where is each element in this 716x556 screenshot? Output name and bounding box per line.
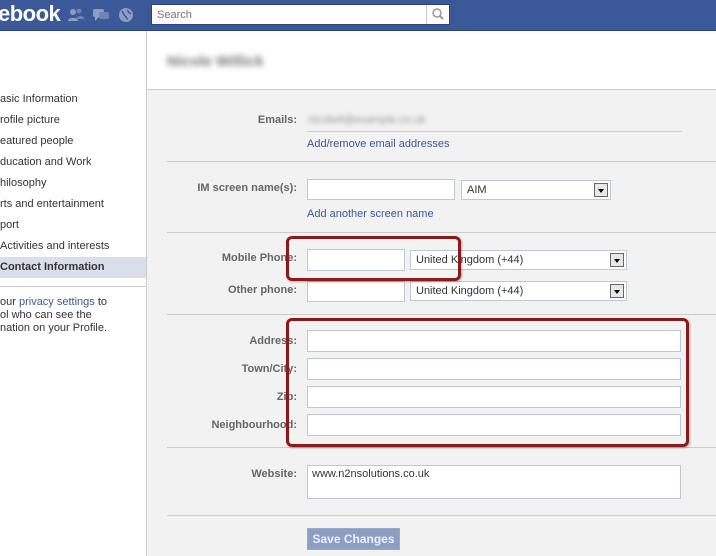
town-city-label: Town/City: <box>241 363 297 375</box>
other-phone-input[interactable] <box>307 281 405 302</box>
chevron-down-icon <box>610 253 624 267</box>
add-remove-email-link[interactable]: Add/remove email addresses <box>307 138 449 150</box>
section-divider-4 <box>167 447 716 448</box>
chevron-down-icon <box>610 284 624 298</box>
search-magnifier-icon <box>432 8 444 20</box>
emails-label: Emails: <box>257 114 297 126</box>
other-country-select[interactable]: United Kingdom (+44) <box>410 281 627 301</box>
messages-icon[interactable] <box>92 7 110 23</box>
sidebar-item-education-and-work[interactable]: ducation and Work <box>0 152 146 173</box>
privacy-note-prefix: our <box>0 296 19 308</box>
other-phone-label: Other phone: <box>227 284 297 296</box>
privacy-note-line3: nation on your Profile. <box>0 322 108 334</box>
emails-underline <box>307 131 682 132</box>
privacy-note-line2: ol who can see the <box>0 309 92 321</box>
mobile-phone-label: Mobile Phone: <box>221 252 297 264</box>
sidebar-item-profile-picture[interactable]: rofile picture <box>0 110 146 131</box>
sidebar-separator <box>0 286 146 287</box>
sidebar-item-sport[interactable]: port <box>0 215 146 236</box>
website-textarea[interactable]: www.n2nsolutions.co.uk <box>307 465 681 499</box>
profile-name[interactable]: Nicole Willick <box>167 53 264 70</box>
section-divider-3 <box>167 314 716 315</box>
address-label: Address: <box>249 335 297 347</box>
sidebar-item-basic-information[interactable]: asic Information <box>0 89 146 110</box>
im-screen-name-input[interactable] <box>307 179 455 200</box>
highlight-box-address <box>286 318 689 447</box>
save-changes-button[interactable]: Save Changes <box>307 528 400 550</box>
add-screen-name-link[interactable]: Add another screen name <box>307 208 434 220</box>
friends-icon[interactable] <box>67 7 85 23</box>
other-country-value: United Kingdom (+44) <box>416 285 524 297</box>
email-address-value: nicolwil@example.co.uk <box>308 114 426 126</box>
edit-profile-nav: asic Information rofile picture eatured … <box>0 89 146 278</box>
chevron-down-icon <box>594 183 608 197</box>
search-box[interactable] <box>151 4 450 25</box>
privacy-note: our privacy settings to ol who can see t… <box>0 296 146 335</box>
im-service-value: AIM <box>467 184 487 196</box>
section-divider-2 <box>167 232 716 233</box>
facebook-logo[interactable]: ebook <box>0 1 61 27</box>
neighbourhood-label: Neighbourhood: <box>211 419 297 431</box>
im-service-select[interactable]: AIM <box>461 180 611 200</box>
search-button[interactable] <box>426 5 449 24</box>
profile-header: Nicole Willick <box>147 31 716 90</box>
highlight-box-mobile <box>286 236 461 281</box>
sidebar-item-arts-and-entertainment[interactable]: rts and entertainment <box>0 194 146 215</box>
section-divider-1 <box>167 161 716 162</box>
website-label: Website: <box>251 468 297 480</box>
sidebar-item-featured-people[interactable]: eatured people <box>0 131 146 152</box>
sidebar-item-contact-information[interactable]: Contact Information <box>0 257 146 278</box>
privacy-note-suffix: to <box>94 296 108 308</box>
section-divider-5 <box>167 515 716 516</box>
im-screen-name-label: IM screen name(s): <box>197 182 297 194</box>
sidebar-item-activities-and-interests[interactable]: Activities and interests <box>0 236 146 257</box>
zip-label: Zip: <box>276 391 297 403</box>
privacy-settings-link[interactable]: privacy settings <box>19 296 95 308</box>
search-input[interactable] <box>152 5 427 24</box>
sidebar-item-philosophy[interactable]: hilosophy <box>0 173 146 194</box>
notifications-globe-icon[interactable] <box>117 7 135 23</box>
top-navigation-bar: ebook <box>0 0 716 31</box>
